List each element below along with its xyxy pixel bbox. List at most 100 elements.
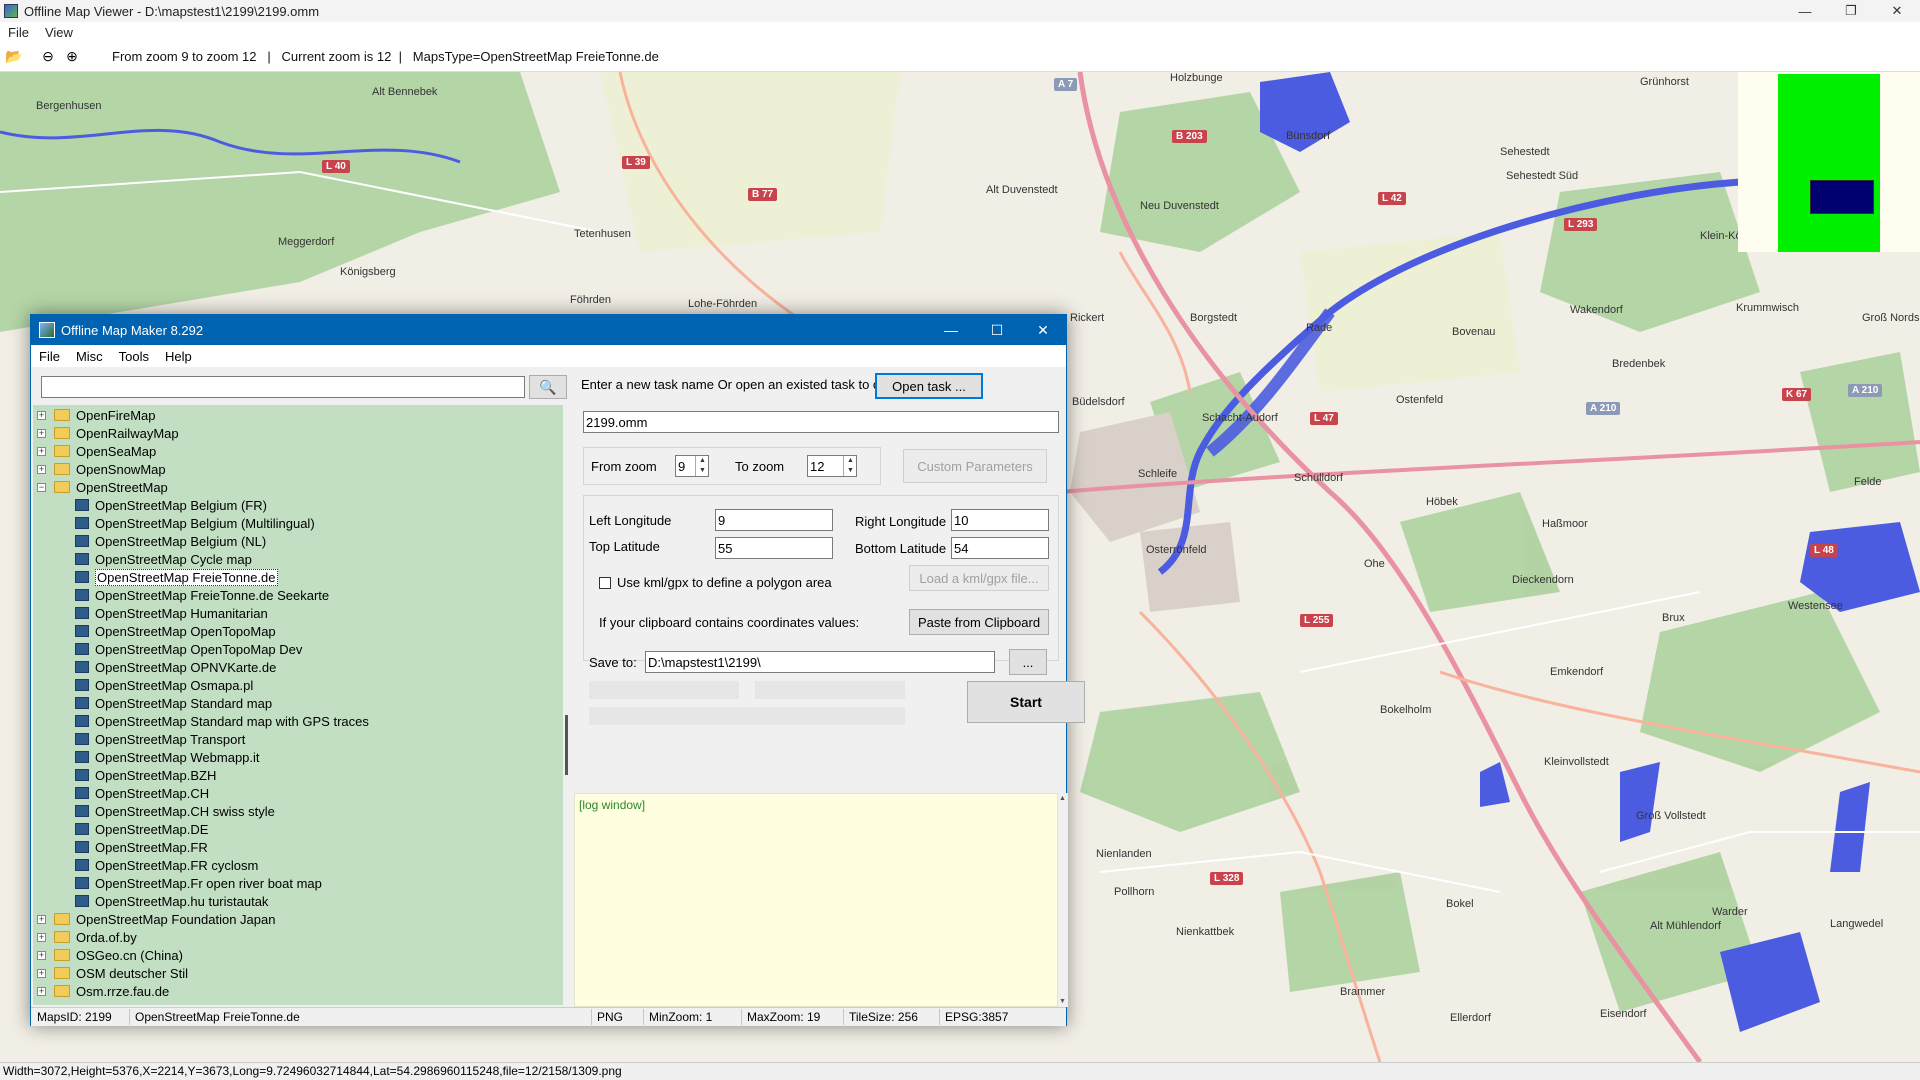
use-kml-checkbox[interactable]	[599, 577, 611, 589]
zoom-in-icon[interactable]: ⊕	[62, 47, 82, 67]
map-source-icon	[75, 859, 89, 871]
map-search-input[interactable]	[41, 376, 525, 398]
tree-map-item[interactable]: OpenStreetMap OpenTopoMap	[75, 622, 276, 640]
close-icon[interactable]: ✕	[1874, 0, 1920, 22]
start-button[interactable]: Start	[967, 681, 1085, 723]
tree-map-item[interactable]: OpenStreetMap Standard map	[75, 694, 272, 712]
expand-icon[interactable]: +	[37, 986, 46, 996]
place-label: Höbek	[1426, 496, 1458, 508]
expand-icon[interactable]: +	[37, 410, 46, 420]
road-shield: B 77	[748, 188, 778, 201]
browse-folder-button[interactable]: ...	[1009, 649, 1047, 675]
tree-folder-item[interactable]: + OpenRailwayMap	[37, 424, 179, 442]
spinner-down-icon[interactable]: ▼	[844, 466, 857, 476]
close-icon[interactable]: ✕	[1020, 315, 1066, 345]
tree-map-item[interactable]: OpenStreetMap Humanitarian	[75, 604, 268, 622]
bottom-latitude-input[interactable]: 54	[951, 537, 1049, 559]
log-window[interactable]: [log window]	[574, 793, 1058, 1007]
maker-window-controls: — ☐ ✕	[928, 315, 1066, 345]
expand-icon[interactable]: +	[37, 428, 46, 438]
scroll-down-icon[interactable]: ▼	[1059, 998, 1066, 1005]
tree-map-item[interactable]: OpenStreetMap Cycle map	[75, 550, 252, 568]
tree-map-item[interactable]: OpenStreetMap.Fr open river boat map	[75, 874, 322, 892]
search-button[interactable]: 🔍	[529, 375, 567, 399]
save-path-input[interactable]: D:\mapstest1\2199\	[645, 651, 995, 673]
left-longitude-input[interactable]: 9	[715, 509, 833, 531]
tree-folder-item[interactable]: + Osm.rrze.fau.de	[37, 982, 169, 1000]
tree-folder-item[interactable]: + OSGeo.cn (China)	[37, 946, 183, 964]
viewer-menu-file[interactable]: File	[8, 25, 29, 40]
spinner-up-icon[interactable]: ▲	[844, 456, 857, 466]
minimize-icon[interactable]: —	[928, 315, 974, 345]
tree-map-item[interactable]: OpenStreetMap.CH swiss style	[75, 802, 275, 820]
expand-icon[interactable]: +	[37, 914, 46, 924]
spinner-down-icon[interactable]: ▼	[696, 466, 709, 476]
log-scrollbar[interactable]: ▲ ▼	[1058, 793, 1068, 1007]
place-label: Dieckendorn	[1512, 574, 1574, 586]
maximize-icon[interactable]: ☐	[974, 315, 1020, 345]
custom-parameters-button[interactable]: Custom Parameters	[903, 449, 1047, 483]
top-latitude-input[interactable]: 55	[715, 537, 833, 559]
tree-folder-item[interactable]: − OpenStreetMap	[37, 478, 168, 496]
tree-item-label: OpenStreetMap Belgium (FR)	[95, 497, 267, 513]
restore-icon[interactable]: ❐	[1828, 0, 1874, 22]
maker-menu-help[interactable]: Help	[165, 349, 192, 364]
place-label: Brammer	[1340, 986, 1386, 998]
spinner-up-icon[interactable]: ▲	[696, 456, 709, 466]
maker-menubar: File Misc Tools Help	[31, 345, 1066, 367]
collapse-icon[interactable]: −	[37, 482, 46, 492]
tree-map-item[interactable]: OpenStreetMap Standard map with GPS trac…	[75, 712, 369, 730]
minimap-viewport-marker[interactable]	[1810, 180, 1874, 214]
tree-folder-item[interactable]: + OpenSeaMap	[37, 442, 156, 460]
tree-map-item[interactable]: OpenStreetMap Belgium (FR)	[75, 496, 267, 514]
tree-map-item[interactable]: OpenStreetMap.hu turistautak	[75, 892, 268, 910]
tree-scrollbar-thumb[interactable]	[565, 715, 568, 775]
from-zoom-spinner[interactable]: ▲ ▼	[695, 456, 709, 476]
expand-icon[interactable]: +	[37, 968, 46, 978]
folder-open-icon[interactable]: 📂	[4, 47, 24, 67]
to-zoom-spinner[interactable]: ▲ ▼	[843, 456, 857, 476]
zoom-out-icon[interactable]: ⊖	[38, 47, 58, 67]
tree-map-item[interactable]: OpenStreetMap Osmapa.pl	[75, 676, 253, 694]
open-task-button[interactable]: Open task ...	[875, 373, 983, 399]
right-longitude-input[interactable]: 10	[951, 509, 1049, 531]
tree-map-item[interactable]: OpenStreetMap FreieTonne.de Seekarte	[75, 586, 329, 604]
search-icon: 🔍	[539, 378, 557, 395]
tree-map-item[interactable]: OpenStreetMap Belgium (Multilingual)	[75, 514, 315, 532]
tree-map-item[interactable]: OpenStreetMap Webmapp.it	[75, 748, 260, 766]
maker-menu-tools[interactable]: Tools	[119, 349, 149, 364]
place-label: Ellerdorf	[1450, 1012, 1491, 1024]
overview-minimap[interactable]	[1738, 72, 1920, 252]
paste-clipboard-button[interactable]: Paste from Clipboard	[909, 609, 1049, 635]
tree-folder-item[interactable]: + Orda.of.by	[37, 928, 137, 946]
tree-map-item[interactable]: OpenStreetMap OPNVKarte.de	[75, 658, 276, 676]
tree-map-item[interactable]: OpenStreetMap Belgium (NL)	[75, 532, 266, 550]
tree-scrollbar[interactable]	[563, 405, 571, 1005]
tree-map-item[interactable]: OpenStreetMap Transport	[75, 730, 245, 748]
tree-map-item[interactable]: OpenStreetMap.FR cyclosm	[75, 856, 258, 874]
tree-map-item[interactable]: OpenStreetMap.BZH	[75, 766, 216, 784]
tree-folder-item[interactable]: + OpenSnowMap	[37, 460, 166, 478]
expand-icon[interactable]: +	[37, 950, 46, 960]
map-source-tree[interactable]: + OpenFireMap + OpenRailwayMap + OpenSeaMap + O…	[33, 405, 563, 1005]
tree-map-item[interactable]: OpenStreetMap OpenTopoMap Dev	[75, 640, 302, 658]
tree-folder-item[interactable]: + OSM deutscher Stil	[37, 964, 188, 982]
tree-map-item[interactable]: OpenStreetMap.CH	[75, 784, 209, 802]
maker-menu-misc[interactable]: Misc	[76, 349, 103, 364]
task-name-input[interactable]: 2199.omm	[583, 411, 1059, 433]
viewer-menu-view[interactable]: View	[45, 25, 73, 40]
tree-map-item[interactable]: OpenStreetMap.DE	[75, 820, 208, 838]
tree-folder-item[interactable]: + OpenStreetMap Foundation Japan	[37, 910, 275, 928]
tree-map-item[interactable]: OpenStreetMap.FR	[75, 838, 208, 856]
maker-statusbar: MapsID: 2199 OpenStreetMap FreieTonne.de…	[31, 1007, 1066, 1026]
expand-icon[interactable]: +	[37, 932, 46, 942]
expand-icon[interactable]: +	[37, 464, 46, 474]
tree-folder-item[interactable]: + OpenFireMap	[37, 406, 155, 424]
expand-icon[interactable]: +	[37, 446, 46, 456]
scroll-up-icon[interactable]: ▲	[1059, 795, 1066, 802]
tree-map-item[interactable]: OpenStreetMap FreieTonne.de	[75, 568, 278, 586]
maker-menu-file[interactable]: File	[39, 349, 60, 364]
minimize-icon[interactable]: —	[1782, 0, 1828, 22]
load-kml-button[interactable]: Load a kml/gpx file...	[909, 565, 1049, 591]
clipboard-hint-label: If your clipboard contains coordinates v…	[599, 615, 860, 630]
